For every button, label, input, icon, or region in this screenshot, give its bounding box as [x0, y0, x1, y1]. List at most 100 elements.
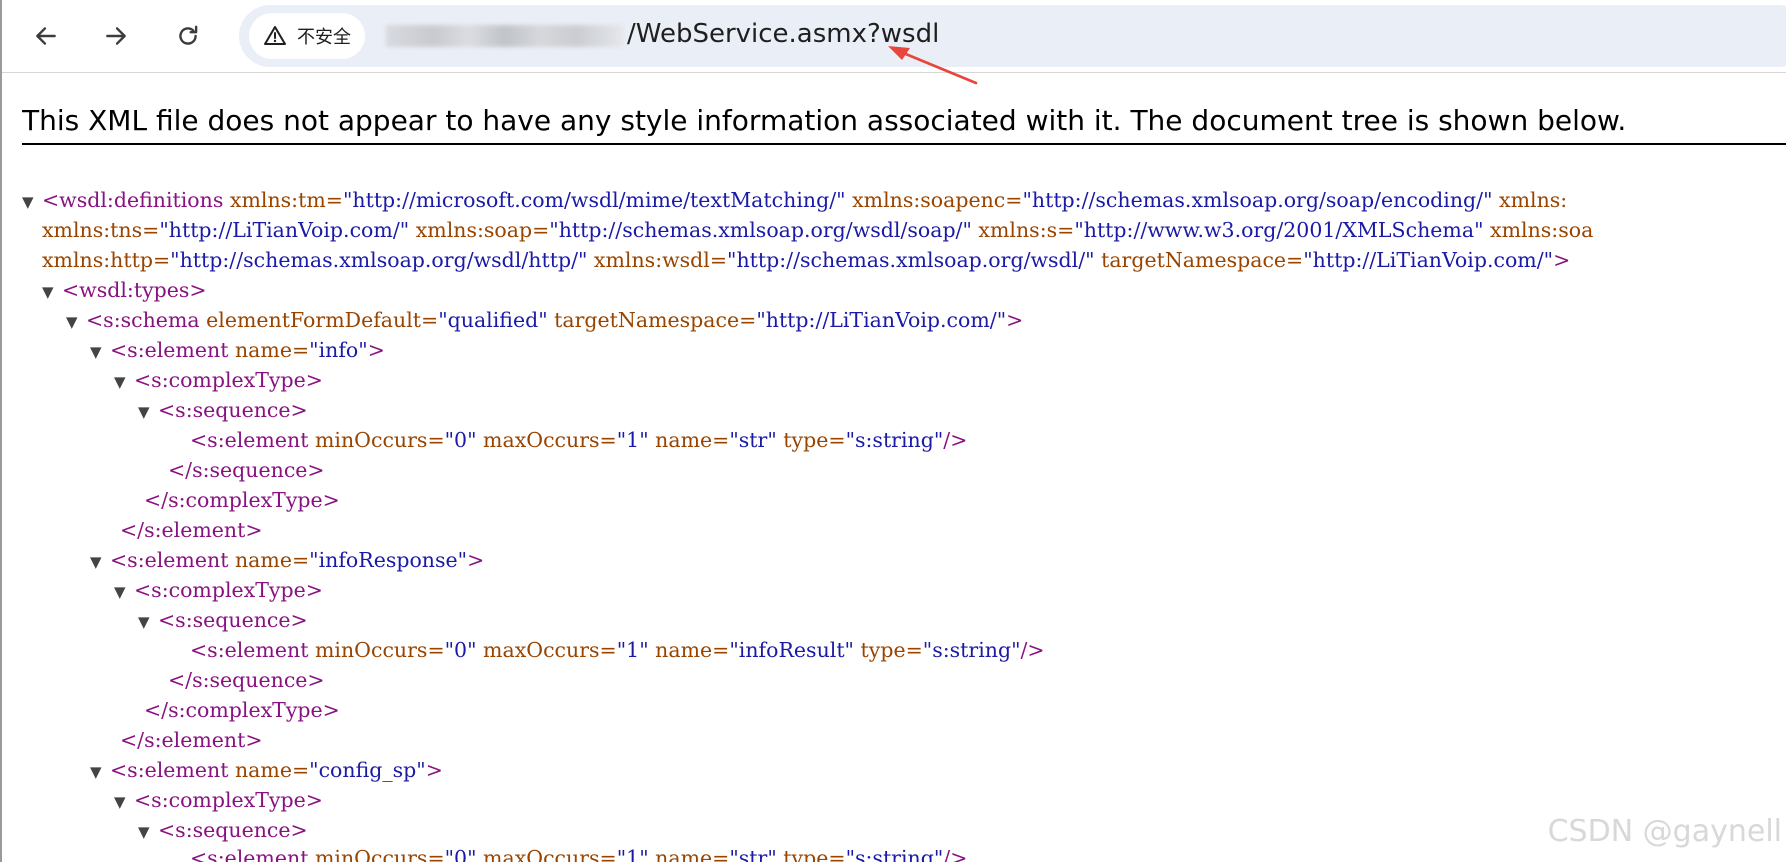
collapse-triangle-icon[interactable]: ▼ [138, 607, 158, 637]
xml-style-notice: This XML file does not appear to have an… [22, 104, 1786, 145]
watermark: CSDN @gaynell [1547, 814, 1782, 849]
xml-line: </s:element> [120, 725, 263, 755]
tag-close: /> [943, 428, 968, 452]
tag-open: <s:element [190, 428, 309, 452]
back-button[interactable] [26, 16, 66, 56]
collapse-triangle-icon[interactable]: ▼ [66, 307, 86, 337]
attr-name: maxOccurs= [476, 846, 617, 862]
xml-line: </s:element> [120, 515, 263, 545]
reload-icon [179, 25, 198, 45]
attr-value: "http://schemas.xmlsoap.org/soap/encodin… [1022, 188, 1493, 212]
security-chip[interactable]: 不安全 [249, 13, 365, 59]
address-bar[interactable]: 不安全 /WebService.asmx?wsdl [239, 5, 1786, 67]
tag-end: </s:element> [120, 728, 263, 752]
attr-value: "http://LiTianVoip.com/" [756, 308, 1007, 332]
attr-value: "http://LiTianVoip.com/" [1303, 248, 1554, 272]
attr-name: targetNamespace= [547, 308, 757, 332]
xml-line: ▼ <s:complexType> [114, 365, 323, 395]
collapse-triangle-icon[interactable]: ▼ [90, 757, 110, 787]
collapse-triangle-icon[interactable]: ▼ [114, 367, 134, 397]
tag-open: <s:element [190, 638, 309, 662]
tag-open: <s:element [110, 338, 229, 362]
xml-line: </s:complexType> [144, 695, 340, 725]
warning-triangle-icon [263, 23, 289, 49]
tag-end: </s:complexType> [144, 488, 340, 512]
attr-value: "http://schemas.xmlsoap.org/wsdl/soap/" [549, 218, 972, 242]
collapse-triangle-icon[interactable]: ▼ [114, 787, 134, 817]
tag-open: <wsdl:types> [62, 278, 207, 302]
attr-value: "1" [616, 638, 649, 662]
xml-line: ▼ <s:sequence> [138, 605, 308, 635]
attr-value: "s:string" [845, 428, 944, 452]
attr-name: minOccurs= [308, 428, 445, 452]
xml-line: ▼ <s:complexType> [114, 575, 323, 605]
arrow-left-icon [36, 27, 56, 45]
tag-open: <s:schema [86, 308, 200, 332]
tag-end: </s:sequence> [168, 458, 325, 482]
xml-line: <s:element minOccurs="0" maxOccurs="1" n… [190, 843, 967, 862]
forward-button[interactable] [96, 16, 136, 56]
attr-name: name= [648, 846, 730, 862]
xml-line: xmlns:tns="http://LiTianVoip.com/" xmlns… [42, 215, 1593, 245]
xml-line: </s:sequence> [168, 665, 325, 695]
attr-value: "s:string" [845, 846, 944, 862]
security-label: 不安全 [297, 27, 351, 48]
attr-name: maxOccurs= [476, 638, 617, 662]
attr-value: "0" [444, 846, 477, 862]
attr-value: "infoResult" [729, 638, 854, 662]
xml-line: xmlns:http="http://schemas.xmlsoap.org/w… [42, 245, 1570, 275]
attr-name: xmlns:tns= [42, 218, 160, 242]
attr-name: xmlns:soapenc= [845, 188, 1023, 212]
collapse-triangle-icon[interactable]: ▼ [90, 547, 110, 577]
attr-name: name= [648, 638, 730, 662]
attr-name: xmlns:soap= [409, 218, 550, 242]
tag-open: <s:complexType> [134, 788, 323, 812]
attr-value: "info" [309, 338, 368, 362]
attr-value: "config_sp" [309, 758, 426, 782]
collapse-triangle-icon[interactable]: ▼ [138, 397, 158, 427]
xml-line: </s:sequence> [168, 455, 325, 485]
xml-line: ▼ <wsdl:definitions xmlns:tm="http://micr… [22, 185, 1567, 215]
attr-name: targetNamespace= [1094, 248, 1304, 272]
tag-end: </s:sequence> [168, 668, 325, 692]
attr-value: "http://LiTianVoip.com/" [159, 218, 410, 242]
tag-open: <s:element [190, 846, 309, 862]
collapse-triangle-icon[interactable]: ▼ [114, 577, 134, 607]
attr-value: "qualified" [438, 308, 548, 332]
xml-line: ▼ <s:element name="info"> [90, 335, 385, 365]
annotation-arrow [888, 46, 978, 85]
xml-line: ▼ <s:sequence> [138, 395, 308, 425]
attr-name: maxOccurs= [476, 428, 617, 452]
attr-value: "1" [616, 428, 649, 452]
attr-name: elementFormDefault= [199, 308, 439, 332]
xml-line: <s:element minOccurs="0" maxOccurs="1" n… [190, 425, 967, 455]
attr-name: xmlns:soa [1483, 218, 1594, 242]
tag-close: /> [943, 846, 968, 862]
tag-close: > [425, 758, 443, 782]
tag-open: <s:element [110, 548, 229, 572]
tag-close: /> [1020, 638, 1045, 662]
attr-value: "0" [444, 428, 477, 452]
xml-line: ▼ <wsdl:types> [42, 275, 207, 305]
collapse-triangle-icon[interactable]: ▼ [138, 817, 158, 847]
attr-value: "http://www.w3.org/2001/XMLSchema" [1074, 218, 1484, 242]
attr-name: xmlns: [1492, 188, 1568, 212]
attr-value: "http://schemas.xmlsoap.org/wsdl/http/" [170, 248, 588, 272]
tag-open: <s:element [110, 758, 229, 782]
tag-close: > [367, 338, 385, 362]
tag-open: <s:sequence> [158, 608, 308, 632]
window-left-border [0, 0, 2, 862]
collapse-triangle-icon[interactable]: ▼ [90, 337, 110, 367]
attr-value: "http://microsoft.com/wsdl/mime/textMatc… [342, 188, 846, 212]
tag-end: </s:element> [120, 518, 263, 542]
collapse-triangle-icon[interactable]: ▼ [22, 187, 42, 217]
reload-button[interactable] [168, 16, 208, 56]
attr-name: type= [854, 638, 923, 662]
attr-value: "1" [616, 846, 649, 862]
attr-name: xmlns:wsdl= [587, 248, 728, 272]
xml-line: ▼ <s:sequence> [138, 815, 308, 845]
attr-name: type= [776, 428, 846, 452]
xml-line: ▼ <s:schema elementFormDefault="qualified… [66, 305, 1023, 335]
arrow-right-icon [106, 27, 126, 45]
collapse-triangle-icon[interactable]: ▼ [42, 277, 62, 307]
